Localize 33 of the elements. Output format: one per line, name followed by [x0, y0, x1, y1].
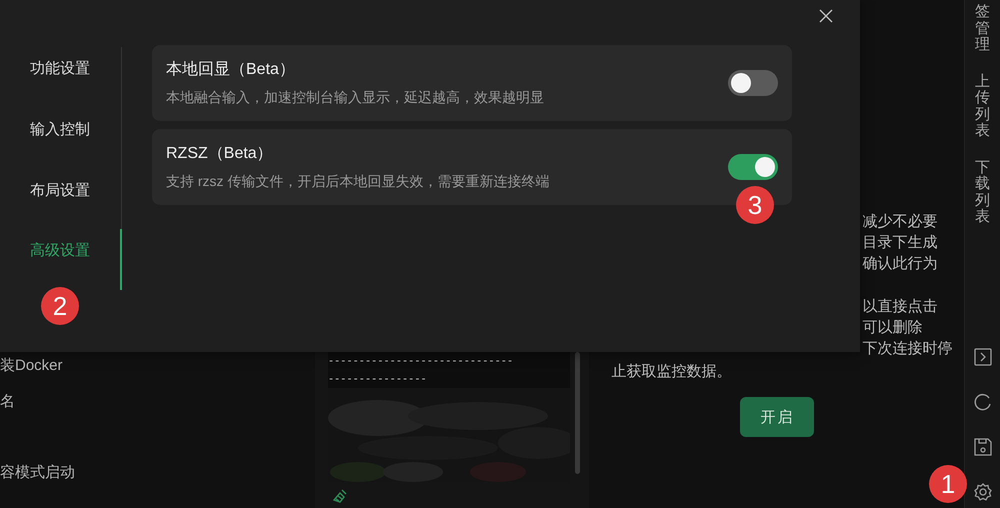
enable-button[interactable]: 开启	[740, 397, 814, 437]
setting-description: 支持 rzsz 传输文件，开启后本地回显失效，需要重新连接终端	[166, 172, 550, 191]
terminal-icon[interactable]	[974, 348, 992, 366]
description-text: 可以删除	[862, 318, 924, 338]
side-tab[interactable]: 签管理	[975, 4, 990, 54]
list-item[interactable]: 名	[0, 392, 315, 412]
nav-tab[interactable]: 输入控制	[0, 108, 122, 168]
toggle-switch[interactable]	[728, 154, 778, 180]
nav-tab[interactable]: 功能设置	[0, 47, 122, 108]
description-text: 减少不必要	[862, 212, 938, 232]
description-text: 以直接点击	[862, 297, 938, 317]
list-item[interactable]: 容模式启动	[0, 463, 315, 483]
list-item[interactable]: 装Docker	[0, 356, 315, 376]
description-text: 下次连接时停	[862, 339, 954, 359]
step-badge: 1	[929, 465, 967, 503]
setting-title: 本地回显（Beta）	[166, 60, 296, 80]
close-icon[interactable]	[819, 9, 833, 23]
broom-icon[interactable]	[332, 489, 349, 503]
refresh-icon[interactable]	[974, 392, 992, 410]
terminal-line: ----------------	[328, 371, 428, 387]
terminal-line: ------------------------------	[328, 353, 514, 369]
description-text: 确认此行为	[862, 254, 938, 274]
settings-icon[interactable]	[974, 482, 992, 500]
nav-tab[interactable]: 布局设置	[0, 168, 122, 230]
description-text: 止获取监控数据。	[611, 362, 732, 382]
side-tab[interactable]: 下载列表	[975, 160, 990, 226]
scrollbar[interactable]	[574, 352, 580, 474]
side-tab[interactable]: 上传列表	[975, 74, 990, 140]
toggle-switch[interactable]	[728, 70, 778, 96]
description-text: 目录下生成	[862, 233, 938, 253]
setting-description: 本地融合输入，加速控制台输入显示，延迟越高，效果越明显	[166, 88, 544, 107]
setting-title: RZSZ（Beta）	[166, 144, 274, 164]
save-icon[interactable]	[974, 438, 992, 456]
